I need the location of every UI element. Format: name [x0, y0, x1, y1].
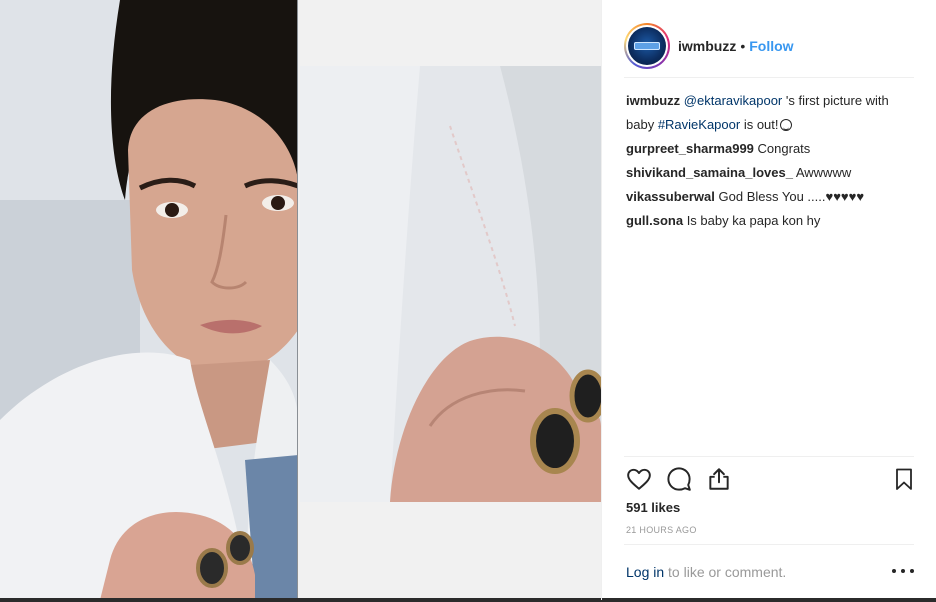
- hashtag-link[interactable]: #RavieKapoor: [658, 117, 740, 132]
- list-item: vikassuberwal God Bless You .....♥♥♥♥♥: [626, 185, 916, 209]
- comment-username[interactable]: gull.sona: [626, 213, 683, 228]
- comment-text: Is baby ka papa kon hy: [686, 213, 821, 228]
- comment-username[interactable]: iwmbuzz: [626, 93, 680, 108]
- follow-button[interactable]: Follow: [749, 38, 793, 54]
- comment-username[interactable]: gurpreet_sharma999: [626, 141, 754, 156]
- divider: [624, 544, 914, 545]
- hand-closeup-illustration: [300, 66, 601, 502]
- likes-count[interactable]: 591 likes: [626, 500, 680, 515]
- caption-comment: iwmbuzz @ektaravikapoor 's first picture…: [626, 89, 916, 137]
- login-prompt-text: to like or comment.: [664, 564, 787, 580]
- heart-icon[interactable]: [626, 466, 652, 492]
- list-item: shivikand_samaina_loves_ Awwwww: [626, 161, 916, 185]
- post-header: iwmbuzz • Follow: [624, 14, 914, 78]
- post-sidebar: iwmbuzz • Follow iwmbuzz @ektaravikapoor…: [601, 0, 936, 600]
- comment-username[interactable]: vikassuberwal: [626, 189, 715, 204]
- mention-link[interactable]: @ektaravikapoor: [684, 93, 782, 108]
- divider: [624, 456, 914, 457]
- more-options-icon[interactable]: [892, 563, 914, 579]
- header-username[interactable]: iwmbuzz: [678, 38, 736, 54]
- comment-text: Congrats: [757, 141, 811, 156]
- avatar[interactable]: [628, 26, 666, 65]
- bookmark-icon[interactable]: [892, 466, 918, 492]
- avatar-logo-icon: [634, 41, 660, 50]
- comments-list: iwmbuzz @ektaravikapoor 's first picture…: [626, 89, 916, 233]
- smiley-emoji-icon: [779, 119, 792, 131]
- action-bar: [626, 466, 916, 494]
- login-prompt: Log in to like or comment.: [626, 564, 786, 580]
- photo-left-panel: [0, 0, 298, 600]
- comment-text: Awwwww: [795, 165, 852, 180]
- list-item: gull.sona Is baby ka papa kon hy: [626, 209, 916, 233]
- comment-username[interactable]: shivikand_samaina_loves_: [626, 165, 793, 180]
- header-separator: •: [740, 37, 746, 54]
- avatar-story-ring[interactable]: [624, 22, 670, 69]
- caption-text-end: is out!: [740, 117, 779, 132]
- comment-icon[interactable]: [666, 466, 692, 492]
- photo-right-panel: [300, 66, 601, 502]
- post-timestamp[interactable]: 21 HOURS AGO: [626, 525, 697, 535]
- list-item: gurpreet_sharma999 Congrats: [626, 137, 916, 161]
- comment-text: God Bless You .....♥♥♥♥♥: [718, 189, 865, 204]
- post-photo[interactable]: [0, 0, 601, 600]
- portrait-illustration: [0, 0, 297, 600]
- login-link[interactable]: Log in: [626, 564, 664, 580]
- share-icon[interactable]: [706, 466, 732, 492]
